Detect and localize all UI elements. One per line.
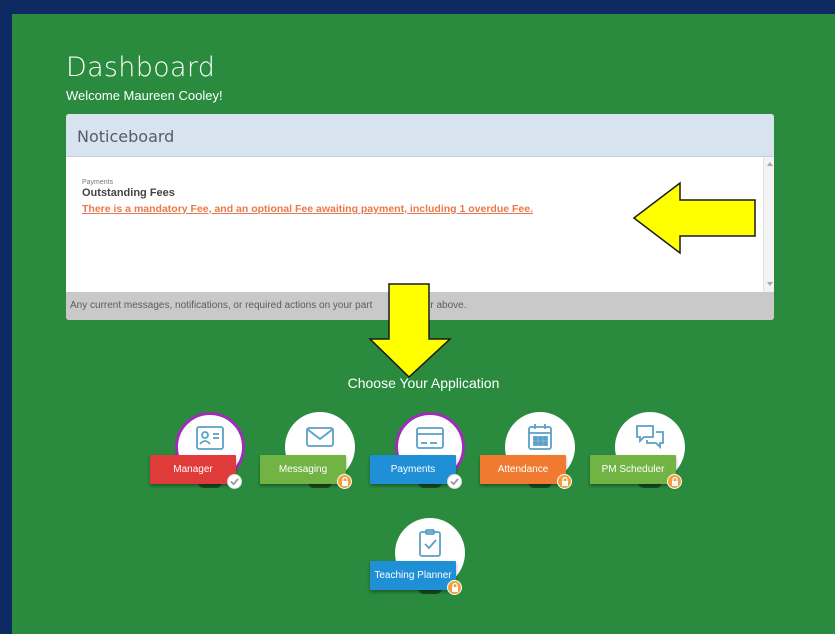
check-icon: [227, 474, 242, 489]
chat-bubbles-icon: [636, 425, 664, 450]
clipboard-check-icon: [419, 529, 441, 557]
scroll-up-arrow-icon[interactable]: [767, 162, 773, 166]
app-tile-payments[interactable]: Payments: [370, 412, 490, 512]
lock-icon: [447, 580, 462, 595]
left-arrow-annotation-icon: [632, 181, 756, 255]
choose-application-heading: Choose Your Application: [347, 375, 500, 391]
lock-icon: [557, 474, 572, 489]
lock-icon: [667, 474, 682, 489]
down-arrow-annotation-icon: [368, 283, 452, 379]
app-label-teaching-planner[interactable]: Teaching Planner: [370, 561, 456, 590]
app-tile-messaging[interactable]: Messaging: [260, 412, 380, 512]
id-card-icon: [196, 426, 224, 450]
app-tile-pm-scheduler[interactable]: PM Scheduler: [590, 412, 710, 512]
app-tile-attendance[interactable]: Attendance: [480, 412, 600, 512]
calendar-icon: [528, 424, 552, 450]
check-icon: [447, 474, 462, 489]
dashboard-panel: Dashboard Welcome Maureen Cooley! Notice…: [12, 14, 835, 634]
noticeboard-scrollbar[interactable]: [763, 157, 774, 292]
noticeboard-header: Noticeboard: [66, 114, 774, 157]
app-label-attendance[interactable]: Attendance: [480, 455, 566, 484]
welcome-message: Welcome Maureen Cooley!: [66, 88, 223, 103]
app-label-messaging[interactable]: Messaging: [260, 455, 346, 484]
app-label-pm-scheduler[interactable]: PM Scheduler: [590, 455, 676, 484]
app-label-manager[interactable]: Manager: [150, 455, 236, 484]
app-label-payments[interactable]: Payments: [370, 455, 456, 484]
page-title: Dashboard: [66, 52, 216, 83]
footer-text-start: Any current messages, notifications, or …: [70, 300, 373, 311]
outstanding-fees-link[interactable]: There is a mandatory Fee, and an optiona…: [82, 203, 533, 215]
envelope-icon: [306, 427, 334, 447]
lock-icon: [337, 474, 352, 489]
app-tile-teaching-planner[interactable]: Teaching Planner: [370, 518, 490, 618]
scroll-down-arrow-icon[interactable]: [767, 282, 773, 286]
app-tile-manager[interactable]: Manager: [150, 412, 270, 512]
credit-card-icon: [416, 427, 444, 449]
